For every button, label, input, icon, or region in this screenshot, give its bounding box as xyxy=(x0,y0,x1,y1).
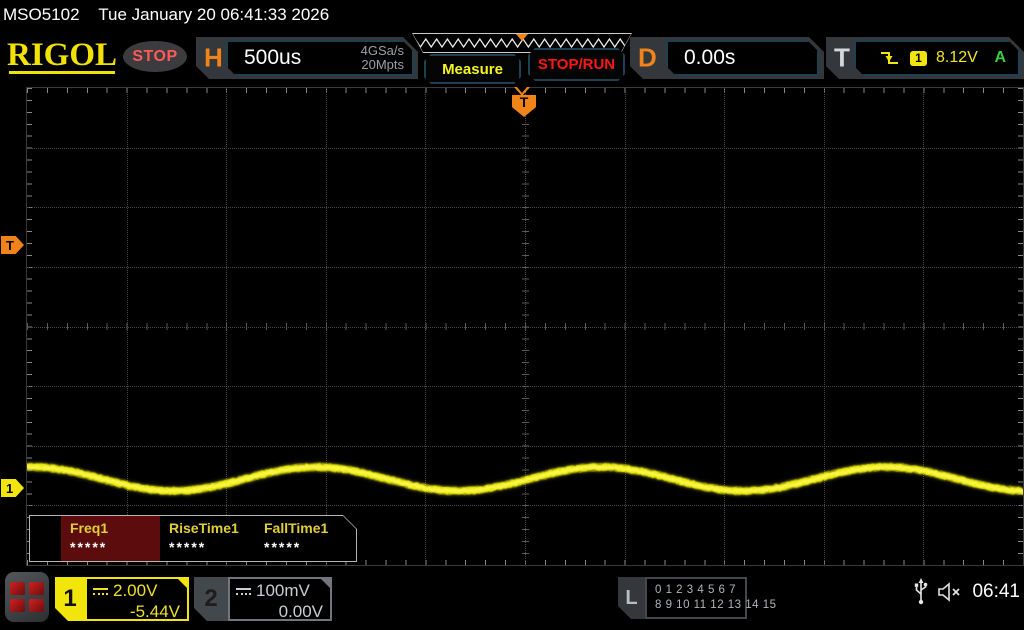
logic-channels-row2: 8 9 10 11 12 13 14 15 xyxy=(655,599,777,611)
channel2-offset: 0.00V xyxy=(278,602,323,621)
usb-icon xyxy=(915,578,928,605)
t-label: T xyxy=(834,42,850,73)
trigger-source-badge: 1 xyxy=(910,51,927,66)
rigol-logo: RIGOL xyxy=(7,37,118,74)
delay-panel[interactable]: D 0.00s xyxy=(630,37,824,79)
clock-label: 06:41 xyxy=(972,580,1020,602)
trigger-position-triangle-icon xyxy=(514,87,530,96)
trigger-level-marker[interactable]: T xyxy=(1,236,24,254)
channel1-tab[interactable]: 1 xyxy=(55,577,85,621)
channel1-waveform xyxy=(27,88,1023,565)
trigger-sweep-mode: A xyxy=(994,49,1006,66)
corner-decoration xyxy=(177,578,188,589)
logic-channels-row1: 0 1 2 3 4 5 6 7 xyxy=(655,584,737,596)
graticule xyxy=(26,87,1024,566)
timebase-value: 500us xyxy=(244,46,302,69)
h-label: H xyxy=(204,42,223,73)
memory-depth: 20Mpts xyxy=(361,57,404,72)
channel2-status-box[interactable]: 100mV 0.00V xyxy=(228,577,332,621)
sound-muted-icon xyxy=(938,581,961,602)
acquisition-status-badge: STOP xyxy=(123,41,187,72)
logic-analyzer-box[interactable]: 0 1 2 3 4 5 6 7 8 9 10 11 12 13 14 15 xyxy=(645,577,777,619)
channel1-ground-marker[interactable]: 1 xyxy=(1,479,24,497)
status-icons: 06:41 xyxy=(914,578,1020,605)
corner-decoration xyxy=(320,578,331,589)
delay-box[interactable]: 0.00s xyxy=(666,40,819,76)
trigger-box[interactable]: 1 8.12V A xyxy=(854,40,1020,76)
acquisition-rates: 4GSa/s 20Mpts xyxy=(361,44,404,72)
falling-edge-icon xyxy=(880,50,900,66)
channel2-tab[interactable]: 2 xyxy=(194,577,228,621)
measurement-freq1[interactable]: Freq1 ***** xyxy=(61,516,160,561)
measurement-risetime1[interactable]: RiseTime1 ***** xyxy=(160,516,255,561)
measure-button[interactable]: Measure xyxy=(424,54,521,84)
channel1-scale: 2.00V xyxy=(113,581,158,600)
horizontal-timebase-panel[interactable]: H 500us 4GSa/s 20Mpts xyxy=(196,37,418,79)
measurement-falltime1[interactable]: FallTime1 ***** xyxy=(255,516,353,561)
sample-rate: 4GSa/s xyxy=(360,43,404,58)
oscilloscope-screen: MSO5102 Tue January 20 06:41:33 2026 RIG… xyxy=(0,0,1024,630)
model-label: MSO5102 xyxy=(3,5,80,24)
dc-coupling-icon xyxy=(93,587,108,595)
measurement-panel: Freq1 ***** RiseTime1 ***** FallTime1 **… xyxy=(29,515,357,562)
stop-run-button[interactable]: STOP/RUN xyxy=(528,48,625,81)
logic-analyzer-tab[interactable]: L xyxy=(618,577,645,619)
channel2-scale: 100mV xyxy=(256,581,310,600)
menu-grid-button[interactable] xyxy=(5,572,49,622)
trigger-panel[interactable]: T 1 8.12V A xyxy=(826,37,1024,79)
top-status-bar: MSO5102 Tue January 20 06:41:33 2026 xyxy=(0,0,1024,30)
channel1-offset: -5.44V xyxy=(129,602,180,621)
preview-trigger-position-icon[interactable] xyxy=(516,34,528,41)
menu-grid-icon xyxy=(10,582,25,595)
timebase-box[interactable]: 500us 4GSa/s 20Mpts xyxy=(226,40,414,76)
d-label: D xyxy=(638,42,657,73)
dc-coupling-icon xyxy=(236,587,251,595)
channel1-status-box[interactable]: 2.00V -5.44V xyxy=(85,577,189,621)
datetime-label: Tue January 20 06:41:33 2026 xyxy=(98,5,330,24)
trigger-level-value: 8.12V xyxy=(936,49,978,66)
delay-value: 0.00s xyxy=(684,46,736,69)
